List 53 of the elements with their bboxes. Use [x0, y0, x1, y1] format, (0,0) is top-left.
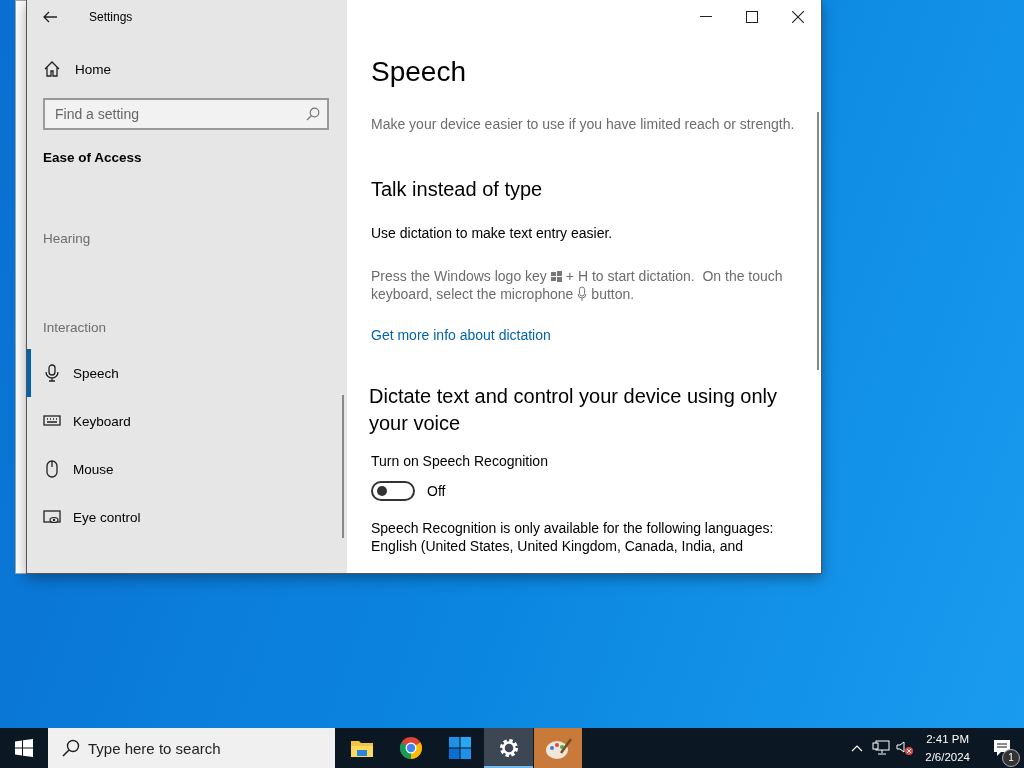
- search-field[interactable]: Find a setting: [43, 98, 329, 130]
- back-arrow-icon: [43, 11, 57, 23]
- dictation-info-link[interactable]: Get more info about dictation: [371, 327, 551, 343]
- section-heading: Interaction: [43, 320, 107, 335]
- chevron-up-icon: [851, 744, 864, 752]
- tiles-icon: [447, 736, 472, 760]
- languages-note: Speech Recognition is only available for the following languages: English (United States, United Kingdom, Canada, India, and: [371, 519, 775, 555]
- palette-icon: [533, 728, 582, 768]
- nav-item[interactable]: Eye control: [27, 493, 347, 541]
- dictation-hint: Press the Windows logo key: [371, 267, 547, 285]
- eye-icon: [43, 508, 61, 526]
- window-title: Settings: [89, 10, 133, 24]
- mouse-icon: [43, 460, 61, 478]
- notification-count: 1: [1002, 749, 1020, 767]
- nav-item[interactable]: Speech: [27, 349, 347, 397]
- network-icon: [872, 740, 891, 756]
- clock[interactable]: 2:41 PM 2/6/2024: [917, 730, 980, 766]
- maximize-icon: [746, 11, 758, 23]
- microphone-icon: [577, 286, 588, 302]
- search-icon: [306, 107, 320, 121]
- toggle-label: Turn on Speech Recognition: [371, 453, 548, 469]
- notifications-button[interactable]: 1: [980, 728, 1024, 768]
- browser-icon: [398, 736, 423, 760]
- category-title: Ease of Access: [43, 150, 142, 165]
- taskbar-app-button[interactable]: [484, 728, 533, 768]
- scrollbar[interactable]: [817, 112, 819, 370]
- page-title: Speech: [371, 56, 466, 88]
- home-icon: [43, 60, 61, 78]
- folder-icon: [349, 738, 374, 758]
- scrollbar[interactable]: [342, 395, 344, 538]
- nav-item[interactable]: Keyboard: [27, 397, 347, 445]
- page-description: Make your device easier to use if you have limited reach or strength.: [371, 116, 795, 132]
- search-icon: [62, 739, 80, 757]
- section-heading: Dictate text and control your device using only your voice: [369, 384, 778, 436]
- windows-logo-icon: [15, 739, 33, 757]
- speech-recognition-toggle[interactable]: [371, 481, 415, 501]
- windows-logo-icon: [550, 270, 562, 282]
- section-text: Use dictation to make text entry easier.: [371, 225, 613, 241]
- nav-item[interactable]: Mouse: [27, 445, 347, 493]
- taskbar-search-field[interactable]: Type here to search: [48, 728, 335, 768]
- minimize-icon: [700, 16, 712, 18]
- gear-icon: [497, 737, 520, 759]
- dictation-hint: + H to start dictation. On the touch: [565, 267, 783, 285]
- toggle-state: Off: [427, 483, 446, 499]
- dictation-hint: keyboard, select the microphone: [371, 285, 574, 303]
- taskbar-app-button[interactable]: [533, 728, 582, 768]
- muted-speaker-icon: [896, 740, 915, 756]
- section-heading: Talk instead of type: [371, 177, 543, 202]
- microphone-icon: [43, 364, 61, 382]
- section-heading: Hearing: [43, 231, 91, 246]
- close-icon: [792, 11, 804, 23]
- dictation-hint: button.: [591, 285, 635, 303]
- home-link[interactable]: Home: [43, 56, 111, 82]
